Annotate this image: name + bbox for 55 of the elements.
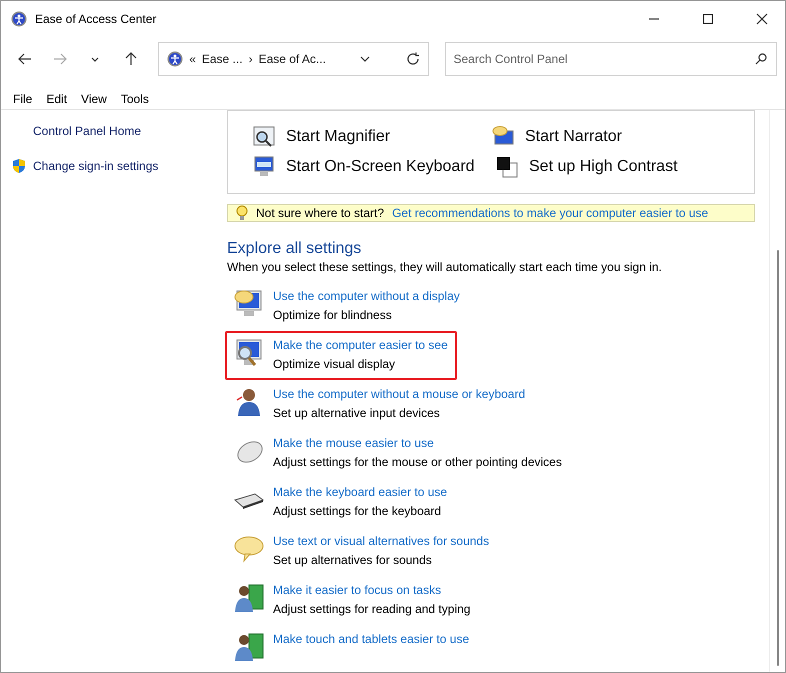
setting-description: Set up alternatives for sounds (273, 553, 433, 567)
person-book-icon (233, 631, 265, 663)
sidebar-link[interactable]: Control Panel Home (11, 124, 211, 138)
search-field[interactable]: Search Control Panel (444, 42, 777, 76)
setting-description: Set up alternative input devices (273, 406, 441, 420)
magnifier-window-icon (252, 125, 276, 149)
person-book-icon (233, 582, 265, 614)
accessibility-icon (11, 10, 27, 26)
sidebar-link[interactable]: Change sign-in settings (11, 158, 211, 174)
menu-item[interactable]: View (81, 92, 107, 106)
scrollbar-thumb[interactable] (776, 250, 778, 666)
arrow-right-icon (52, 53, 67, 65)
setting-description: Adjust settings for the mouse or other pointing devices (273, 455, 562, 469)
setting-description: Optimize for blindness (273, 308, 393, 322)
chevron-down-icon[interactable] (360, 56, 370, 62)
close-icon (756, 12, 768, 24)
setting-link[interactable]: Make it easier to focus on tasks (273, 583, 470, 597)
keyboard-monitor-icon (252, 155, 276, 179)
menu-item[interactable]: Edit (46, 92, 68, 106)
address-bar[interactable]: « Ease ... › Ease of Ac... (158, 42, 428, 76)
setting-description: Optimize visual display (273, 357, 396, 371)
lightbulb-icon (236, 205, 248, 221)
quick-access-link[interactable]: Start Narrator (491, 125, 730, 149)
setting-link[interactable]: Use the computer without a display (273, 289, 460, 303)
window-title: Ease of Access Center (35, 12, 158, 26)
quick-access-link[interactable]: Set up High Contrast (491, 155, 730, 179)
breadcrumb[interactable]: Ease of Ac... (258, 52, 326, 66)
menu-item[interactable]: Tools (120, 92, 149, 106)
menu-item[interactable]: File (13, 92, 32, 106)
setting-description: Adjust settings for the keyboard (273, 504, 442, 518)
quick-access-link[interactable]: Start On-Screen Keyboard (252, 155, 491, 179)
accessibility-icon (167, 51, 184, 67)
search-icon[interactable] (755, 53, 767, 65)
setting-link[interactable]: Make the keyboard easier to use (273, 485, 448, 499)
setting-link[interactable]: Use text or visual alternatives for sounds (273, 534, 490, 548)
high-contrast-icon (495, 155, 519, 179)
maximize-icon (703, 14, 713, 24)
breadcrumb[interactable]: Ease ... (202, 52, 243, 66)
setting-link[interactable]: Use the computer without a mouse or keyboard (273, 387, 526, 401)
breadcrumb-separator: « (189, 52, 196, 66)
recommendations-link[interactable]: Get recommendations to make your computer easier to use (392, 206, 708, 220)
caret-icon (91, 56, 100, 62)
setting-link[interactable]: Make the mouse easier to use (273, 436, 562, 450)
setting-link[interactable]: Make the computer easier to see (273, 338, 448, 352)
breadcrumb-separator: › (248, 52, 253, 66)
shield-icon (11, 158, 27, 174)
section-intro: When you select these settings, they will automatically start each time you sign in. (227, 260, 663, 274)
setting-description: Adjust settings for reading and typing (273, 602, 470, 616)
section-heading: Explore all settings (227, 240, 362, 258)
quick-access-link[interactable]: Start Magnifier (252, 125, 491, 149)
arrow-left-icon (18, 53, 32, 65)
arrow-up-icon (124, 52, 137, 66)
tip-text: Not sure where to start? (256, 206, 384, 220)
refresh-icon[interactable] (406, 52, 420, 66)
setting-link[interactable]: Make touch and tablets easier to use (273, 632, 470, 646)
